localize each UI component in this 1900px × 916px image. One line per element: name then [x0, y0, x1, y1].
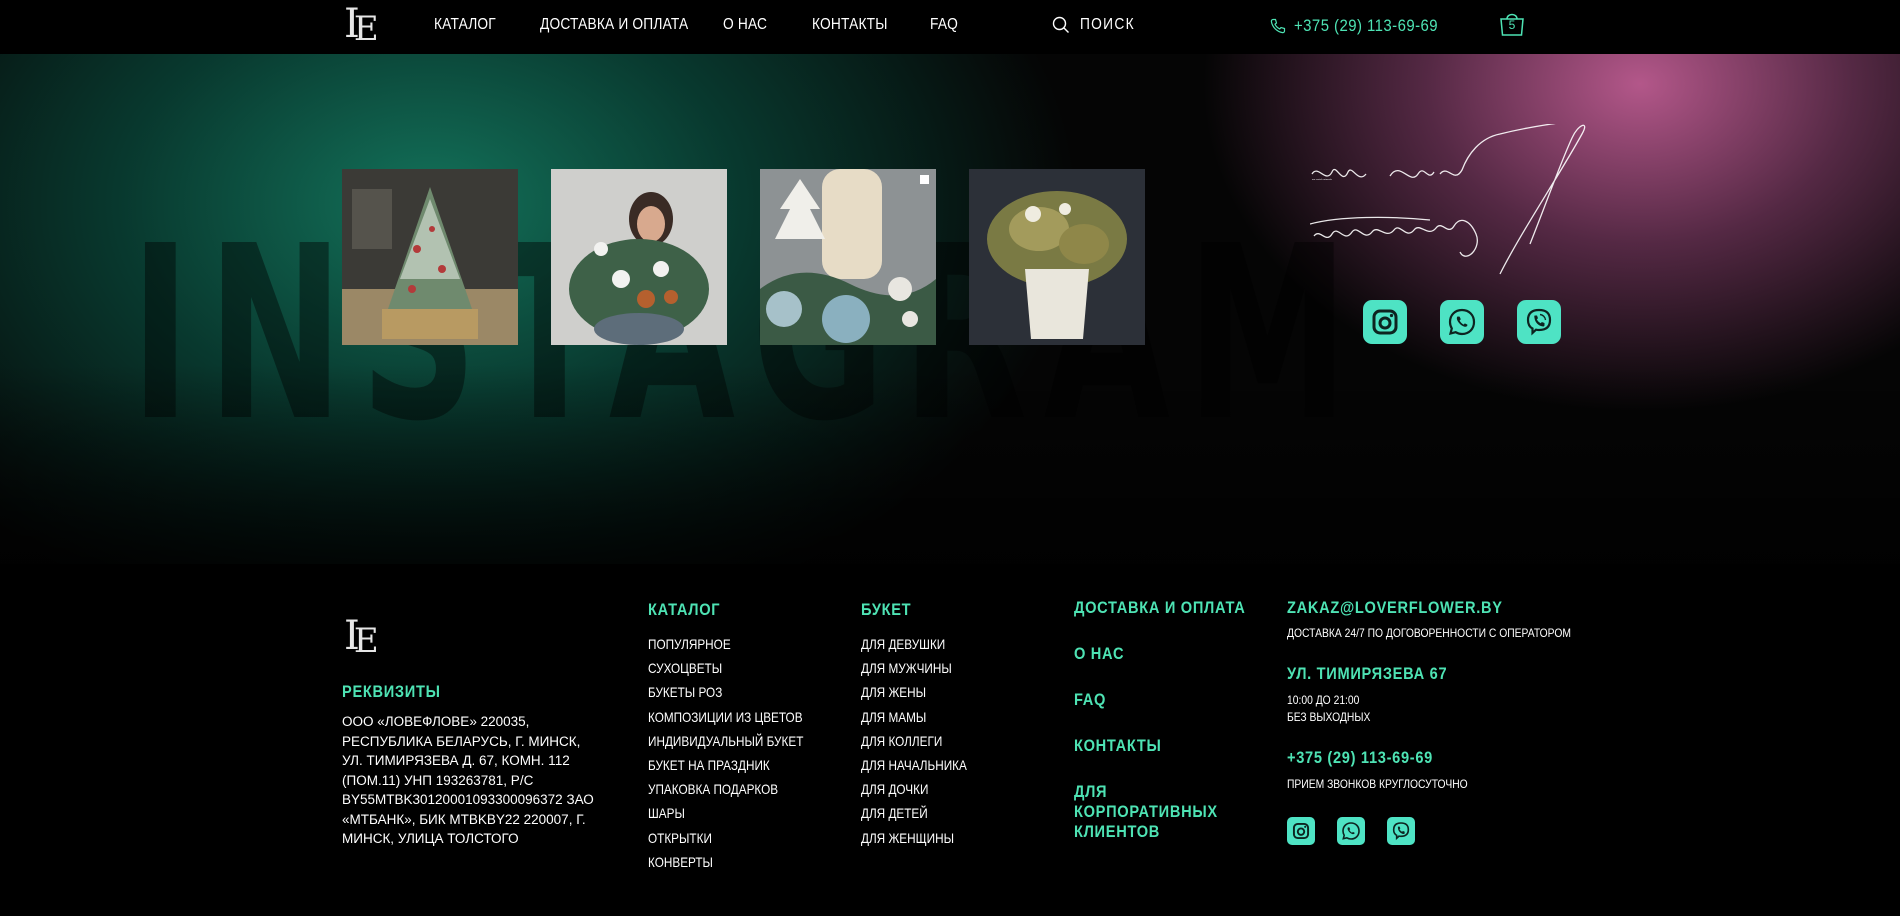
footer-social-buttons — [1287, 817, 1415, 845]
footer-viber-button[interactable] — [1387, 817, 1415, 845]
link-corporate[interactable]: ДЛЯ КОРПОРАТИВНЫХ КЛИЕНТОВ — [1074, 782, 1237, 842]
logo[interactable]: IE — [344, 4, 379, 46]
nav-delivery[interactable]: ДОСТАВКА И ОПЛАТА — [540, 16, 688, 34]
search-icon — [1052, 16, 1069, 33]
nav-catalog[interactable]: КАТАЛОГ — [434, 16, 496, 34]
hero-social-buttons — [1363, 300, 1561, 344]
catalog-item[interactable]: БУКЕТЫ РОЗ — [648, 680, 803, 704]
instagram-post-3[interactable] — [760, 169, 936, 345]
instagram-button[interactable] — [1363, 300, 1407, 344]
nav-about[interactable]: О НАС — [723, 16, 767, 34]
header-phone-number: +375 (29) 113-69-69 — [1294, 16, 1439, 35]
footer-links: ДОСТАВКА И ОПЛАТА О НАС FAQ КОНТАКТЫ ДЛЯ… — [1074, 598, 1273, 868]
footer-contacts: ZAKAZ@LOVERFLOWER.BY ДОСТАВКА 24/7 ПО ДО… — [1287, 598, 1617, 793]
hero-fade — [0, 364, 1900, 564]
catalog-item[interactable]: ШАРЫ — [648, 801, 803, 825]
link-about[interactable]: О НАС — [1074, 644, 1245, 664]
bouquet-item[interactable]: ДЛЯ КОЛЛЕГИ — [861, 729, 967, 753]
requisites-title: РЕКВИЗИТЫ — [342, 682, 441, 701]
bouquet-item[interactable]: ДЛЯ ЖЕНЫ — [861, 680, 967, 704]
bouquet-title[interactable]: БУКЕТ — [861, 600, 969, 620]
bouquet-item[interactable]: ДЛЯ ДЕВУШКИ — [861, 632, 967, 656]
whatsapp-button[interactable] — [1440, 300, 1484, 344]
instagram-section: INSTAGRAM our social networks — [0, 54, 1900, 564]
cart-count: 5 — [1508, 18, 1516, 32]
catalog-item[interactable]: КОМПОЗИЦИИ ИЗ ЦВЕТОВ — [648, 705, 803, 729]
nav-faq[interactable]: FAQ — [930, 16, 958, 34]
contact-hours: 10:00 ДО 21:00 — [1287, 693, 1360, 707]
instagram-icon — [1292, 822, 1310, 840]
footer-instagram-button[interactable] — [1287, 817, 1315, 845]
link-contacts[interactable]: КОНТАКТЫ — [1074, 736, 1245, 756]
catalog-item[interactable]: КОНВЕРТЫ — [648, 850, 803, 874]
top-header: IE КАТАЛОГ ДОСТАВКА И ОПЛАТА О НАС КОНТА… — [0, 0, 1900, 54]
catalog-item[interactable]: ОТКРЫТКИ — [648, 826, 803, 850]
link-delivery[interactable]: ДОСТАВКА И ОПЛАТА — [1074, 598, 1245, 618]
instagram-post-2[interactable] — [551, 169, 727, 345]
search[interactable]: ПОИСК — [1052, 16, 1144, 34]
bouquet-item[interactable]: ДЛЯ ДЕТЕЙ — [861, 801, 967, 825]
catalog-item[interactable]: СУХОЦВЕТЫ — [648, 656, 803, 680]
viber-icon — [1392, 822, 1410, 841]
footer-logo[interactable]: IE — [344, 616, 379, 658]
nav-contacts[interactable]: КОНТАКТЫ — [812, 16, 888, 34]
footer-bouquet: БУКЕТ ДЛЯ ДЕВУШКИ ДЛЯ МУЖЧИНЫ ДЛЯ ЖЕНЫ Д… — [861, 600, 987, 850]
tagline-text: our social networks — [1312, 178, 1332, 181]
link-faq[interactable]: FAQ — [1074, 690, 1245, 710]
bouquet-item[interactable]: ДЛЯ МАМЫ — [861, 705, 967, 729]
footer-catalog: КАТАЛОГ ПОПУЛЯРНОЕ СУХОЦВЕТЫ БУКЕТЫ РОЗ … — [648, 600, 833, 874]
catalog-item[interactable]: ИНДИВИДУАЛЬНЫЙ БУКЕТ — [648, 729, 803, 753]
instagram-icon — [1372, 309, 1398, 335]
catalog-item[interactable]: ПОПУЛЯРНОЕ — [648, 632, 803, 656]
requisites: РЕКВИЗИТЫ ООО «ЛОВЕФЛОВЕ» 220035, РЕСПУБ… — [342, 682, 602, 849]
bouquet-item[interactable]: ДЛЯ НАЧАЛЬНИКА — [861, 753, 967, 777]
contact-days: БЕЗ ВЫХОДНЫХ — [1287, 710, 1371, 724]
search-label: ПОИСК — [1080, 16, 1135, 33]
phone-note: ПРИЕМ ЗВОНКОВ КРУГЛОСУТОЧНО — [1287, 777, 1468, 791]
contact-phone[interactable]: +375 (29) 113-69-69 — [1287, 748, 1571, 768]
requisites-text: ООО «ЛОВЕФЛОВЕ» 220035, РЕСПУБЛИКА БЕЛАР… — [342, 714, 594, 846]
header-phone[interactable]: +375 (29) 113-69-69 — [1270, 16, 1458, 36]
email-note: ДОСТАВКА 24/7 ПО ДОГОВОРЕННОСТИ С ОПЕРАТ… — [1287, 626, 1571, 640]
catalog-item[interactable]: БУКЕТ НА ПРАЗДНИК — [648, 753, 803, 777]
footer-whatsapp-button[interactable] — [1337, 817, 1365, 845]
contact-email[interactable]: ZAKAZ@LOVERFLOWER.BY — [1287, 598, 1571, 618]
whatsapp-icon — [1448, 308, 1476, 336]
tagline-script: our social networks — [1310, 124, 1586, 275]
cart-button[interactable]: 5 — [1498, 11, 1526, 37]
instagram-post-4[interactable] — [969, 169, 1145, 345]
instagram-post-1[interactable] — [342, 169, 518, 345]
footer: IE РЕКВИЗИТЫ ООО «ЛОВЕФЛОВЕ» 220035, РЕС… — [0, 564, 1900, 916]
phone-icon — [1270, 18, 1286, 34]
viber-button[interactable] — [1517, 300, 1561, 344]
viber-icon — [1526, 308, 1552, 336]
catalog-title[interactable]: КАТАЛОГ — [648, 600, 807, 620]
bouquet-item[interactable]: ДЛЯ ЖЕНЩИНЫ — [861, 826, 967, 850]
bouquet-item[interactable]: ДЛЯ МУЖЧИНЫ — [861, 656, 967, 680]
whatsapp-icon — [1342, 822, 1360, 840]
bouquet-item[interactable]: ДЛЯ ДОЧКИ — [861, 777, 967, 801]
contact-address: УЛ. ТИМИРЯЗЕВА 67 — [1287, 664, 1448, 683]
catalog-item[interactable]: УПАКОВКА ПОДАРКОВ — [648, 777, 803, 801]
